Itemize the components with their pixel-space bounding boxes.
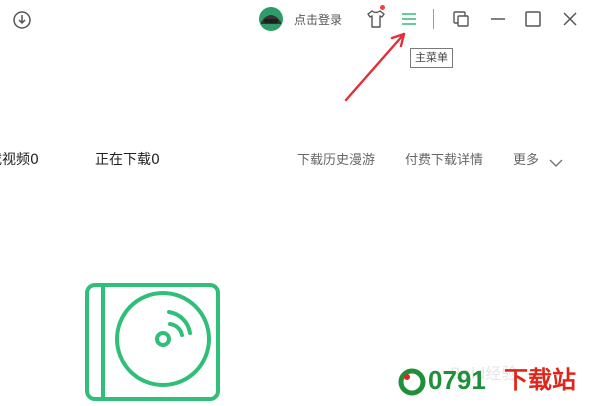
notification-badge <box>380 5 385 10</box>
chevron-down-icon[interactable] <box>549 153 563 167</box>
maximize-icon[interactable] <box>522 8 544 30</box>
site-watermark: 0791 下载站 <box>398 364 584 398</box>
tab-downloading[interactable]: 正在下载0 <box>95 149 160 169</box>
avatar-icon[interactable] <box>258 6 284 32</box>
login-link[interactable]: 点击登录 <box>294 11 342 28</box>
site-logo-icon <box>398 368 426 396</box>
menu-icon[interactable] <box>398 8 420 30</box>
annotation-arrow <box>330 30 430 110</box>
download-logo-icon <box>10 8 34 32</box>
more-dropdown[interactable]: 更多 <box>513 149 539 168</box>
minimize-icon[interactable] <box>487 8 509 30</box>
title-bar: 点击登录 <box>0 0 592 40</box>
close-icon[interactable] <box>559 8 581 30</box>
download-history-link[interactable]: 下载历史漫游 <box>297 149 375 168</box>
mini-mode-icon[interactable] <box>450 8 472 30</box>
titlebar-divider <box>433 9 434 29</box>
skin-icon[interactable] <box>366 8 386 30</box>
empty-disc-illustration <box>84 282 224 402</box>
tab-local-videos[interactable]: 载视频0 <box>0 149 39 169</box>
site-digits: 0791 <box>428 365 486 395</box>
site-name: 下载站 <box>504 366 576 394</box>
paid-download-link[interactable]: 付费下载详情 <box>405 149 483 168</box>
